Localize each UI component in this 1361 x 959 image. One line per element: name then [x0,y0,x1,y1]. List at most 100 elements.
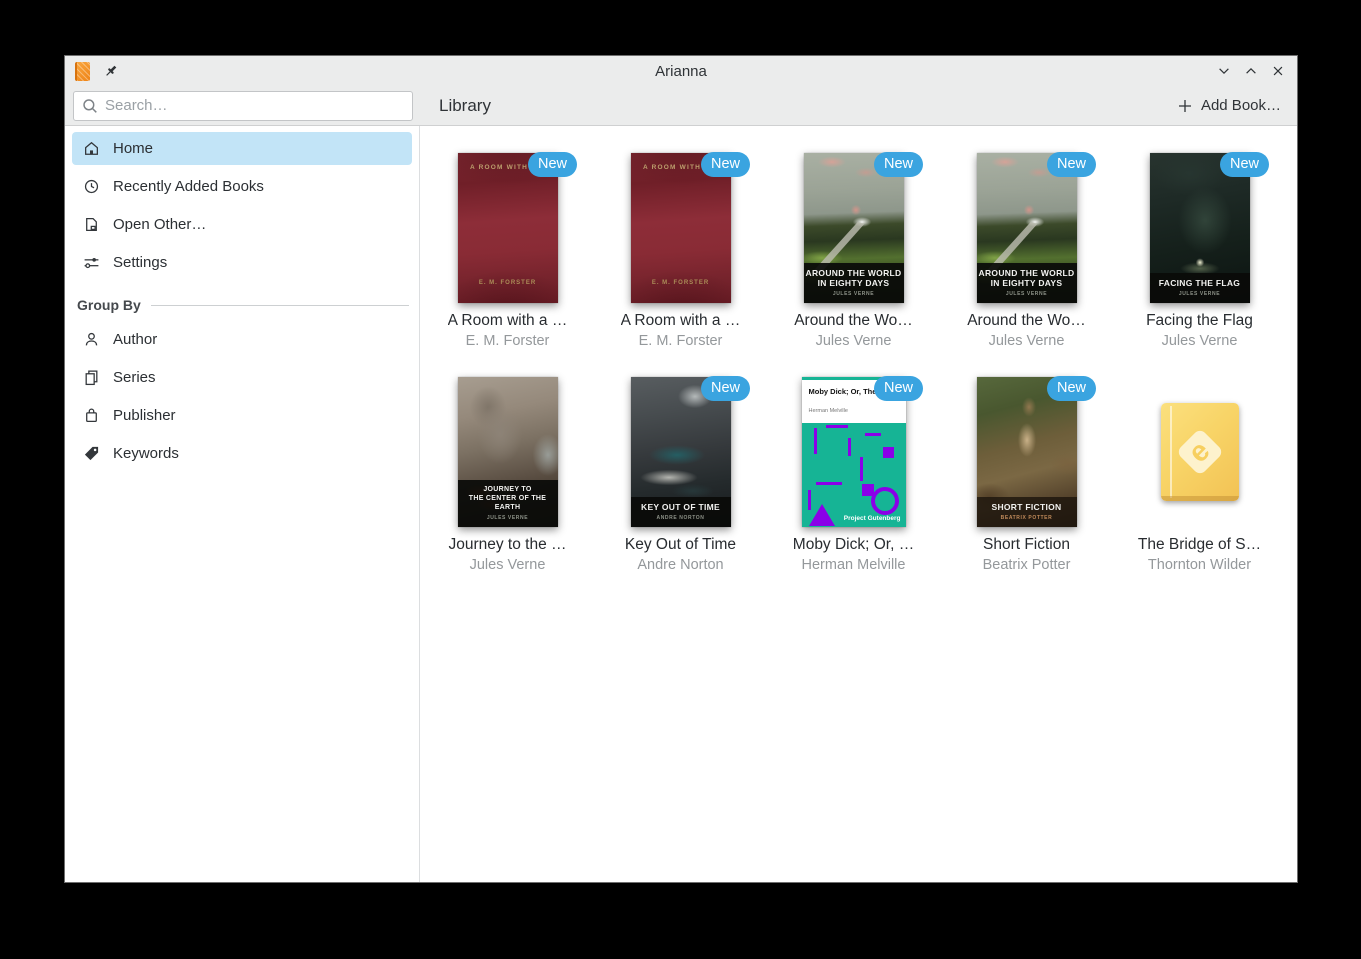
cover-author-text: JULES VERNE [1152,291,1248,297]
book-title: Facing the Flag [1146,311,1253,331]
cover-title-text: AROUND THE WORLDIN EIGHTY DAYS [979,268,1075,288]
home-icon [82,140,100,158]
book-item[interactable]: AROUND THE WORLDIN EIGHTY DAYS JULES VER… [767,153,940,351]
search-icon [81,97,99,115]
book-item[interactable]: Moby Dick; Or, The Whale Herman Melville… [767,377,940,575]
cover-author-text: ANDRE NORTON [633,515,729,521]
sidebar-item-label: Open Other… [113,216,206,233]
minimize-button[interactable] [1215,62,1233,80]
cover-title-text: FACING THE FLAG [1152,278,1248,288]
book-author: Herman Melville [802,556,906,575]
group-by-label: Group By [77,297,141,313]
cover-publisher-text: Project Gutenberg [844,515,901,522]
book-item[interactable]: JOURNEY TOTHE CENTER OF THE EARTH JULES … [421,377,594,575]
close-button[interactable] [1269,62,1287,80]
document-icon [82,216,100,234]
book-title: Around the Wo… [967,311,1086,331]
new-badge: New [1047,152,1096,177]
book-item[interactable]: AROUND THE WORLDIN EIGHTY DAYS JULES VER… [940,153,1113,351]
book-author: Thornton Wilder [1148,556,1251,575]
tag-icon [82,445,100,463]
book-author: Jules Verne [989,332,1065,351]
pages-icon [82,369,100,387]
book-title: A Room with a … [621,311,741,331]
book-title: Moby Dick; Or, … [793,535,914,555]
sidebar-item-publisher[interactable]: Publisher [72,399,412,432]
arianna-window: Arianna Library [64,55,1298,883]
new-badge: New [1220,152,1269,177]
book-item[interactable]: A ROOM WITH A V E. M. FORSTER New A Room… [594,153,767,351]
book-item[interactable]: SHORT FICTION BEATRIX POTTER New Short F… [940,377,1113,575]
divider [151,305,409,306]
book-grid: A ROOM WITH A V E. M. FORSTER New A Room… [420,126,1297,882]
cover-author-text: JULES VERNE [460,515,556,521]
sidebar-item-label: Settings [113,254,167,271]
book-title: The Bridge of S… [1138,535,1261,555]
sidebar-item-home[interactable]: Home [72,132,412,165]
search-input[interactable] [73,91,413,121]
book-item[interactable]: KEY OUT OF TIME ANDRE NORTON New Key Out… [594,377,767,575]
book-item[interactable]: FACING THE FLAG JULES VERNE New Facing t… [1113,153,1286,351]
book-item[interactable]: e The Bridge of S… Thornton Wilder [1113,377,1286,575]
cover-author-text: JULES VERNE [806,291,902,297]
new-badge: New [1047,376,1096,401]
sidebar-item-keywords[interactable]: Keywords [72,437,412,470]
new-badge: New [701,376,750,401]
book-author: E. M. Forster [466,332,550,351]
book-cover: e [1161,403,1239,501]
sidebar-item-author[interactable]: Author [72,323,412,356]
sidebar-item-label: Home [113,140,153,157]
book-cover: JOURNEY TOTHE CENTER OF THE EARTH JULES … [458,377,558,527]
cover-title-text: JOURNEY TOTHE CENTER OF THE EARTH [460,485,556,512]
sidebar-item-settings[interactable]: Settings [72,246,412,279]
page-title: Library [439,96,491,116]
cover-author-text: E. M. FORSTER [631,280,731,286]
maximize-button[interactable] [1242,62,1260,80]
book-author: Jules Verne [1162,332,1238,351]
new-badge: New [874,152,923,177]
book-title: Key Out of Time [625,535,736,555]
book-title: A Room with a … [448,311,568,331]
sliders-icon [82,254,100,272]
book-author: Jules Verne [470,556,546,575]
clock-icon [82,178,100,196]
bag-icon [82,407,100,425]
cover-title-text: AROUND THE WORLDIN EIGHTY DAYS [806,268,902,288]
new-badge: New [874,376,923,401]
new-badge: New [701,152,750,177]
cover-author-text: JULES VERNE [979,291,1075,297]
person-icon [82,331,100,349]
book-author: Jules Verne [816,332,892,351]
sidebar-item-label: Recently Added Books [113,178,264,195]
book-author: Andre Norton [637,556,723,575]
sidebar-item-open-other[interactable]: Open Other… [72,208,412,241]
cover-art [802,423,906,527]
sidebar-item-label: Keywords [113,445,179,462]
book-item[interactable]: A ROOM WITH A V E. M. FORSTER New A Room… [421,153,594,351]
sidebar: Home Recently Added Books Open Other… Se… [65,126,420,882]
book-author: E. M. Forster [639,332,723,351]
cover-author-text: Herman Melville [809,408,906,414]
group-by-header: Group By [77,297,409,313]
plus-icon [1177,98,1193,114]
sidebar-item-recently-added[interactable]: Recently Added Books [72,170,412,203]
book-title: Short Fiction [983,535,1070,555]
window-title: Arianna [65,63,1297,80]
book-title: Journey to the … [448,535,566,555]
book-title: Around the Wo… [794,311,913,331]
sidebar-item-label: Author [113,331,157,348]
book-author: Beatrix Potter [983,556,1071,575]
titlebar: Arianna [65,56,1297,86]
cover-author-text: BEATRIX POTTER [979,515,1075,521]
sidebar-item-series[interactable]: Series [72,361,412,394]
sidebar-item-label: Publisher [113,407,176,424]
cover-title-text: KEY OUT OF TIME [633,502,729,512]
add-book-button[interactable]: Add Book… [1177,97,1281,114]
cover-author-text: E. M. FORSTER [458,280,558,286]
new-badge: New [528,152,577,177]
cover-title-text: SHORT FICTION [979,502,1075,512]
sidebar-item-label: Series [113,369,156,386]
epub-logo-icon: e [1175,428,1223,476]
header-row: Library Add Book… [65,86,1297,126]
add-book-label: Add Book… [1201,97,1281,114]
